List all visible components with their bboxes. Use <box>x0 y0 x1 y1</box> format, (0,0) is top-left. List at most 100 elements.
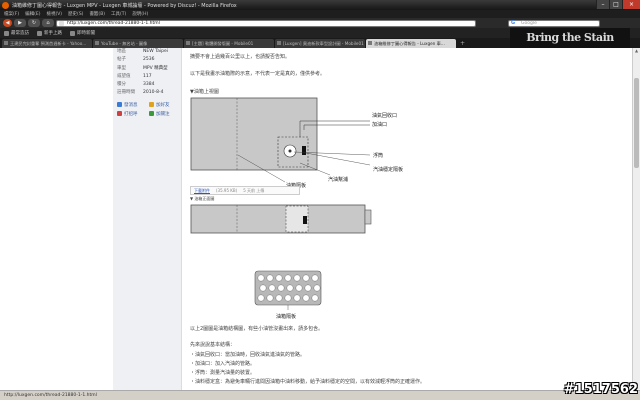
baffle-hole <box>304 284 312 292</box>
body-line-1: 以上2圖圖是油箱結構圖，有些小油管沒畫出來，請多包含。 <box>190 326 324 332</box>
menu-file[interactable]: 檔案(F) <box>4 11 19 17</box>
post-line-2: 以下是我畫示油箱際的示意，不代表一定是真的，僅供參考。 <box>190 71 326 77</box>
tab-mobile01-b[interactable]: [Luxgen] 奧迪新款車型設計圖 - Mobile01 <box>275 39 365 48</box>
download-link[interactable]: 下載附件 <box>194 187 210 194</box>
baffle-hole <box>311 294 319 302</box>
forward-button[interactable]: ▶ <box>14 19 26 27</box>
greet-button[interactable]: 打招呼 <box>117 111 149 117</box>
url-input[interactable]: http://luxgen.com/thread-21880-1-1.html <box>56 19 476 27</box>
baffle-hole <box>295 284 303 292</box>
tab-favicon-icon <box>4 41 8 45</box>
info-row-posts: 帖子 2536 <box>117 57 155 63</box>
new-tab-button[interactable]: + <box>457 39 468 48</box>
vertical-scrollbar[interactable]: ▲ ▼ <box>632 48 640 390</box>
menu-history[interactable]: 歷史(S) <box>68 11 83 17</box>
tank-side-nozzle <box>364 209 372 225</box>
baffle-hole <box>286 284 294 292</box>
tab-yahoo[interactable]: 王建民完封重奪 預測首週新卡 - Yahoo... <box>2 39 92 48</box>
pump-block-side <box>303 216 307 224</box>
message-icon <box>117 102 122 108</box>
menu-bar: 檔案(F) 編輯(E) 檢視(V) 歷史(S) 書籤(B) 工具(T) 說明(H… <box>0 10 640 18</box>
tab-favicon-icon <box>368 41 372 45</box>
add-friend-button[interactable]: 加好友 <box>149 102 181 108</box>
watermark: #1517562 <box>563 382 638 397</box>
attachment-size: (35.95 KB) <box>216 188 238 193</box>
baffle-hole <box>302 294 310 302</box>
baffle-plate-diagram: 油箱隔板 <box>254 270 330 322</box>
label-fix-plate: 汽油穩定隔板 <box>373 166 403 173</box>
bookmark-getting-started[interactable]: 新手上路 <box>37 30 62 36</box>
attachment-uploaded: 5 天前 上傳 <box>243 188 265 193</box>
baffle-hole <box>302 274 310 282</box>
tank-side-body <box>190 204 366 234</box>
tab-favicon-icon <box>186 41 190 45</box>
tab-luxgen-active[interactable]: 油箱維修丁圖心得報告 - Luxgen 車... <box>366 39 456 48</box>
tab-youtube[interactable]: YouTube - 無名站 - 圖像 <box>93 39 183 48</box>
float-center <box>288 149 292 153</box>
user-actions: 發消息 加好友 打招呼 加關注 <box>113 102 181 117</box>
section-title-front-view: ▼ 油箱正面圖 <box>190 196 215 201</box>
menu-bookmarks[interactable]: 書籤(B) <box>89 11 105 17</box>
follow-button[interactable]: 加關注 <box>149 111 181 117</box>
menu-edit[interactable]: 編輯(E) <box>25 11 40 17</box>
tank-front-view-diagram <box>190 204 380 236</box>
bookmark-icon <box>4 30 9 36</box>
menu-tools[interactable]: 工具(T) <box>111 11 126 17</box>
back-button[interactable]: ◀ <box>3 19 12 27</box>
body-line-5: ・浮筒：測量汽油量的裝置。 <box>190 370 256 376</box>
firefox-icon <box>2 1 9 9</box>
send-message-button[interactable]: 發消息 <box>117 102 149 108</box>
label-fuel-pump: 汽油幫浦 <box>328 176 348 183</box>
search-placeholder: Google <box>521 20 537 26</box>
baffle-plate-svg: 油箱隔板 <box>254 270 322 320</box>
close-button[interactable]: × <box>622 0 640 9</box>
label-float: 浮筒 <box>373 152 383 159</box>
page-content: 地區 NEW Taipei 帖子 2536 車型 MPV 精典型 威望值 117 積分 3… <box>0 48 640 390</box>
info-row-joined: 註冊時間 2010-8-4 <box>117 90 164 96</box>
tank-front-view-svg <box>190 204 372 234</box>
search-input[interactable]: G Google <box>508 19 600 27</box>
label-return-port: 油氣回收口 <box>372 112 397 119</box>
bookmark-most-visited[interactable]: 最常造訪 <box>4 30 29 36</box>
tab-mobile01-a[interactable]: [主題] 軟體開發版圖 - Mobile01 <box>184 39 274 48</box>
label-fuel-inlet: 加油口 <box>372 121 387 128</box>
info-row-car: 車型 MPV 精典型 <box>117 65 168 71</box>
tank-top-view-svg: 油氣回收口 加油口 浮筒 汽油穩定隔板 汽油幫浦 油箱隔板 <box>190 97 403 189</box>
bookmark-news[interactable]: 即時新聞 <box>70 30 95 36</box>
brand-logo: Bring the Stain <box>510 28 630 48</box>
reload-button[interactable]: ↻ <box>28 19 40 27</box>
scroll-thumb[interactable] <box>634 78 639 168</box>
baffle-hole <box>275 274 283 282</box>
baffle-hole <box>277 284 285 292</box>
baffle-hole <box>293 294 301 302</box>
menu-help[interactable]: 說明(H) <box>132 11 148 17</box>
google-icon: G <box>511 19 516 26</box>
rss-icon <box>70 30 75 36</box>
maximize-button[interactable]: □ <box>609 0 622 9</box>
greet-icon <box>117 111 122 117</box>
info-row-reputation: 威望值 117 <box>117 73 152 79</box>
baffle-hole <box>266 274 274 282</box>
window-controls: – □ × <box>596 0 640 10</box>
body-line-3: ・油氣回收口：當加油時，回收油氣進油氣的管路。 <box>190 352 306 358</box>
navigation-bar: ◀ ▶ ↻ ⌂ http://luxgen.com/thread-21880-1… <box>0 18 640 28</box>
baffle-hole <box>268 284 276 292</box>
window-title: 油箱維修丁圖心得報告 - Luxgen MPV - Luxgen 車城論壇 - … <box>12 2 237 9</box>
body-line-4: ・加油口：加入汽油的管路。 <box>190 361 256 367</box>
plus-icon <box>149 111 154 117</box>
info-row-area: 地區 NEW Taipei <box>117 49 168 54</box>
scroll-up-icon[interactable]: ▲ <box>634 48 639 54</box>
baffle-hole <box>284 294 292 302</box>
tank-body <box>190 97 318 171</box>
bookmark-icon <box>37 30 42 36</box>
home-button[interactable]: ⌂ <box>42 19 54 27</box>
window-titlebar: 油箱維修丁圖心得報告 - Luxgen MPV - Luxgen 車城論壇 - … <box>0 0 640 10</box>
site-favicon-icon <box>59 21 64 26</box>
pump-block <box>302 146 306 155</box>
section-title-top-view: ▼油箱上視圖 <box>190 89 219 95</box>
baffle-hole <box>311 274 319 282</box>
baffle-hole <box>284 274 292 282</box>
info-row-points: 積分 3384 <box>117 82 155 88</box>
minimize-button[interactable]: – <box>596 0 609 9</box>
menu-view[interactable]: 檢視(V) <box>46 11 62 17</box>
